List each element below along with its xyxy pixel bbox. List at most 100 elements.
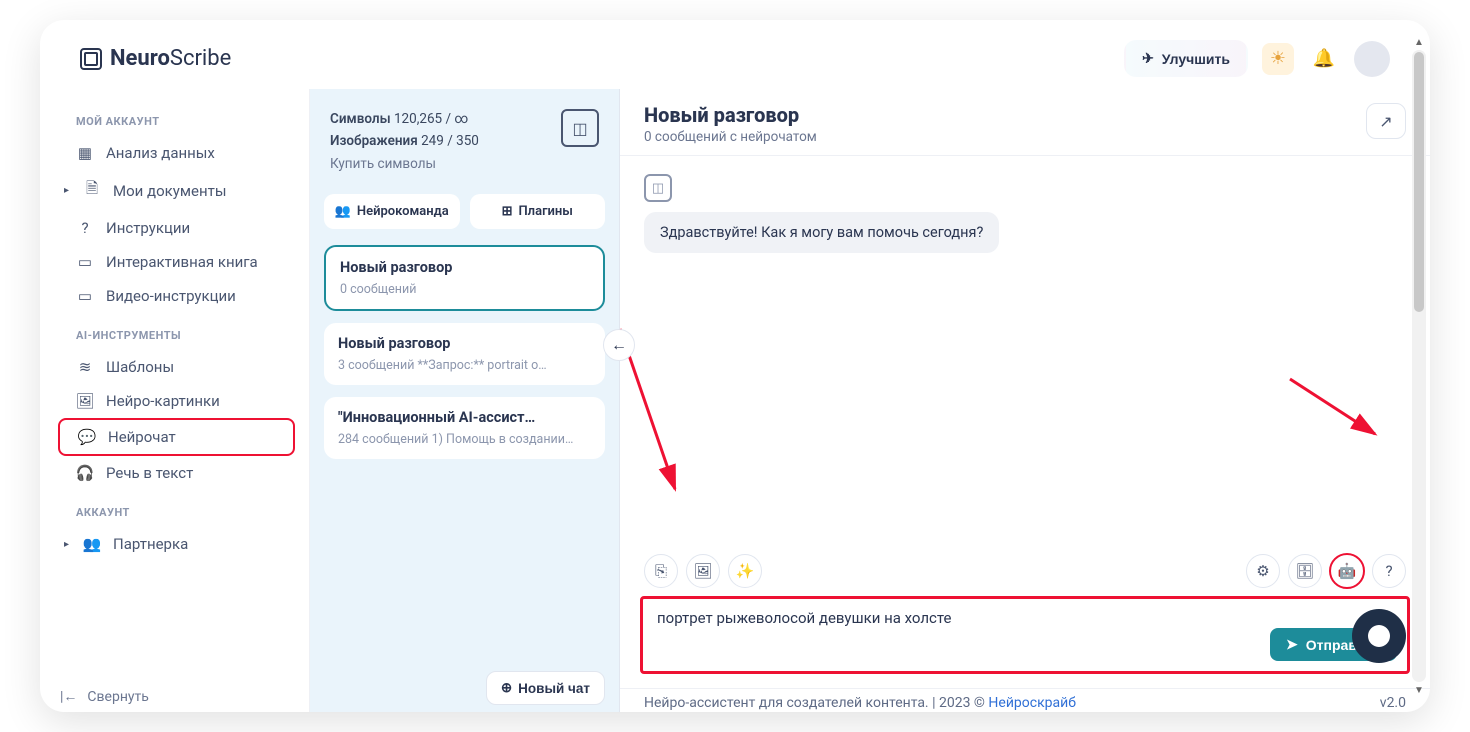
grid-icon: ▦ bbox=[76, 144, 94, 162]
tab-neuroteam[interactable]: 👥 Нейрокоманда bbox=[324, 194, 460, 229]
book-icon: ▭ bbox=[76, 253, 94, 271]
bot-message: Здравствуйте! Как я могу вам помочь сего… bbox=[644, 212, 999, 253]
images-label: Изображения bbox=[330, 133, 418, 149]
sidebar-item-шаблоны[interactable]: ≋Шаблоны bbox=[58, 350, 295, 384]
sidebar-item-речь-в-текст[interactable]: 🎧 Речь в текст bbox=[58, 456, 295, 490]
conv-title: Новый разговор bbox=[338, 335, 591, 352]
conversation-item[interactable]: "Инновационный AI-ассист… 284 сообщений 1… bbox=[324, 397, 605, 459]
brand-logo[interactable]: NeuroScribe bbox=[80, 46, 231, 71]
head-icon: 🎧 bbox=[76, 464, 94, 482]
conv-subtitle: 0 сообщений bbox=[340, 282, 589, 297]
chat-fab[interactable] bbox=[1352, 609, 1406, 663]
plugins-icon: ⊞ bbox=[502, 204, 513, 219]
header-actions: ✈ Улучшить ☀ 🔔 bbox=[1124, 40, 1390, 77]
sidebar-item-партнерка[interactable]: 👥 Партнерка bbox=[58, 527, 295, 561]
conv-title: "Инновационный AI-ассист… bbox=[338, 409, 591, 426]
sidebar-item-label: Интерактивная книга bbox=[106, 253, 258, 271]
buy-symbols-link[interactable]: Купить символы bbox=[330, 154, 479, 176]
window-scrollbar[interactable]: ▲ ▼ bbox=[1412, 50, 1426, 682]
conv-subtitle: 284 сообщений 1) Помощь в создании… bbox=[338, 432, 591, 447]
usage-stats: Символы 120,265 / ∞ Изображения 249 / 35… bbox=[324, 103, 605, 184]
partner-icon: 👥 bbox=[83, 535, 101, 553]
sidebar-section-aitools: AI-ИНСТРУМЕНТЫ bbox=[76, 329, 309, 342]
sidebar-item-нейро-картинки[interactable]: 🖼 Нейро-картинки bbox=[58, 384, 295, 418]
theme-toggle-icon[interactable]: ☀ bbox=[1262, 43, 1294, 75]
sidebar-item-инструкции[interactable]: ? Инструкции bbox=[58, 211, 295, 245]
settings-icon[interactable]: ⚙ bbox=[1246, 554, 1280, 588]
stats-logo-icon: ◫ bbox=[561, 109, 599, 147]
sidebar-item-label: Нейрочат bbox=[108, 428, 176, 446]
conv-title: Новый разговор bbox=[340, 259, 589, 276]
logo-text-strong: Neuro bbox=[110, 46, 170, 71]
avatar[interactable] bbox=[1354, 41, 1390, 77]
conversation-item[interactable]: Новый разговор 3 сообщений **Запрос:** po… bbox=[324, 323, 605, 385]
notifications-icon[interactable]: 🔔 bbox=[1308, 43, 1340, 75]
chat-area: Новый разговор 0 сообщений с нейрочатом … bbox=[620, 89, 1430, 712]
sidebar-item-label: Инструкции bbox=[106, 219, 190, 237]
sidebar-item-label: Шаблоны bbox=[106, 358, 174, 376]
sidebar-item-анализ-данных[interactable]: ▦ Анализ данных bbox=[58, 136, 295, 170]
sidebar-item-нейрочат[interactable]: 💬 Нейрочат bbox=[58, 418, 295, 456]
sidebar-item-label: Нейро-картинки bbox=[106, 392, 220, 410]
footer-version: v2.0 bbox=[1380, 695, 1406, 711]
chat-title: Новый разговор bbox=[644, 103, 817, 127]
video-icon: ▭ bbox=[76, 287, 94, 305]
image-icon[interactable]: 🖼 bbox=[686, 554, 720, 588]
archive-icon[interactable]: 🗄 bbox=[1288, 554, 1322, 588]
header: NeuroScribe ✈ Улучшить ☀ 🔔 bbox=[40, 20, 1430, 89]
sidebar-item-интерактивная-книга[interactable]: ▭ Интерактивная книга bbox=[58, 245, 295, 279]
upgrade-button[interactable]: ✈ Улучшить bbox=[1124, 40, 1248, 77]
chat-header: Новый разговор 0 сообщений с нейрочатом … bbox=[620, 89, 1430, 156]
symbols-label: Символы bbox=[330, 111, 391, 127]
sidebar-section-acct: АККАУНТ bbox=[76, 506, 309, 519]
new-chat-label: Новый чат bbox=[518, 681, 590, 696]
pill-plugins-label: Плагины bbox=[518, 204, 572, 219]
scroll-up-icon[interactable]: ▲ bbox=[1412, 34, 1426, 50]
image-icon: 🖼 bbox=[76, 392, 94, 410]
rocket-icon: ✈ bbox=[1142, 50, 1154, 67]
sidebar-item-label: Мои документы bbox=[113, 182, 226, 200]
conversation-item[interactable]: Новый разговор 0 сообщений bbox=[324, 245, 605, 311]
bot-avatar-icon: ◫ bbox=[644, 174, 672, 202]
send-icon: ➤ bbox=[1286, 636, 1298, 653]
chat-messages: ◫ Здравствуйте! Как я могу вам помочь се… bbox=[620, 156, 1430, 554]
chat-input-container: портрет рыжеволосой девушки на холсте ➤ … bbox=[640, 596, 1410, 674]
conversations-panel: Символы 120,265 / ∞ Изображения 249 / 35… bbox=[310, 89, 620, 712]
sidebar-collapse[interactable]: |← Свернуть bbox=[60, 688, 149, 705]
footer-link[interactable]: Нейроскрайб bbox=[988, 695, 1076, 711]
chat-toolbar: ⎘ 🖼 ✨ ⚙ 🗄 🤖 ? bbox=[620, 554, 1430, 596]
sidebar-section-account: МОЙ АККАУНТ bbox=[76, 115, 309, 128]
collapse-label: Свернуть bbox=[87, 689, 148, 705]
attach-icon[interactable]: ⎘ bbox=[644, 554, 678, 588]
sidebar-item-мои-документы[interactable]: 🗎 Мои документы bbox=[58, 170, 295, 211]
help-icon[interactable]: ? bbox=[1372, 554, 1406, 588]
pill-team-label: Нейрокоманда bbox=[357, 204, 449, 219]
team-icon: 👥 bbox=[335, 204, 351, 219]
collapse-icon: |← bbox=[60, 688, 77, 705]
sidebar-item-label: Партнерка bbox=[113, 535, 188, 553]
magic-icon[interactable]: ✨ bbox=[728, 554, 762, 588]
footer-text: Нейро-ассистент для создателей контента.… bbox=[644, 695, 988, 711]
images-value: 249 / 350 bbox=[421, 133, 479, 149]
tab-plugins[interactable]: ⊞ Плагины bbox=[470, 194, 606, 229]
symbols-value: 120,265 / ∞ bbox=[394, 111, 468, 127]
sidebar-item-видео-инструкции[interactable]: ▭Видео-инструкции bbox=[58, 279, 295, 313]
footer: Нейро-ассистент для создателей контента.… bbox=[620, 688, 1430, 712]
sidebar-item-label: Анализ данных bbox=[106, 144, 215, 162]
new-chat-button[interactable]: ⊕ Новый чат bbox=[486, 671, 605, 705]
upgrade-label: Улучшить bbox=[1162, 51, 1230, 67]
doc-icon: 🗎 bbox=[83, 178, 101, 203]
help-icon: ? bbox=[76, 219, 94, 237]
chat-icon: 💬 bbox=[78, 428, 96, 446]
collapse-mid-button[interactable]: ← bbox=[603, 329, 635, 361]
logo-icon bbox=[80, 48, 102, 70]
conv-subtitle: 3 сообщений **Запрос:** portrait о… bbox=[338, 358, 591, 373]
robot-icon[interactable]: 🤖 bbox=[1330, 554, 1364, 588]
scroll-thumb[interactable] bbox=[1414, 52, 1424, 312]
logo-text-light: Scribe bbox=[170, 46, 231, 71]
sidebar-item-label: Речь в текст bbox=[106, 464, 193, 482]
app-window: NeuroScribe ✈ Улучшить ☀ 🔔 МОЙ АККАУНТ ▦… bbox=[40, 20, 1430, 712]
sidebar: МОЙ АККАУНТ ▦ Анализ данных 🗎 Мои документы… bbox=[40, 89, 310, 712]
scroll-down-icon[interactable]: ▼ bbox=[1412, 682, 1426, 698]
share-button[interactable]: ↗ bbox=[1366, 103, 1406, 139]
